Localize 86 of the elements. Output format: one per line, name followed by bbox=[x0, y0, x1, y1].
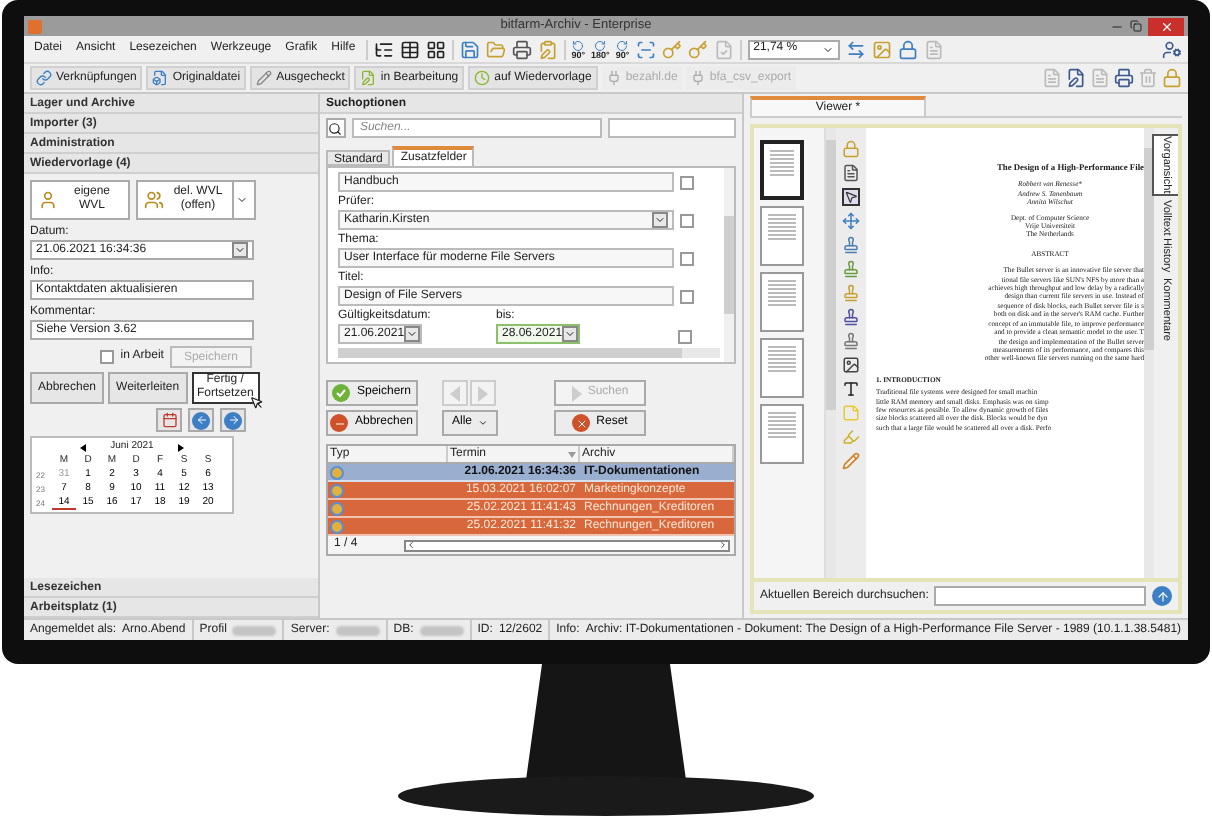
checkbox[interactable] bbox=[680, 175, 694, 189]
stamp-icon[interactable] bbox=[842, 236, 860, 254]
checkbox[interactable] bbox=[678, 330, 692, 344]
clipboard-icon[interactable] bbox=[537, 39, 558, 59]
save-icon[interactable] bbox=[459, 39, 480, 59]
split-arrow-icon[interactable] bbox=[232, 182, 248, 218]
caret-icon bbox=[654, 214, 666, 226]
padlock-icon[interactable] bbox=[842, 140, 860, 158]
redacted-block bbox=[419, 625, 464, 635]
dropdown-button[interactable] bbox=[562, 326, 579, 342]
close-icon bbox=[1159, 19, 1173, 33]
table-view-icon[interactable] bbox=[399, 39, 420, 59]
previous-button[interactable] bbox=[188, 408, 214, 432]
page-thumbnail[interactable] bbox=[760, 404, 804, 464]
caret-icon bbox=[564, 328, 577, 340]
close-button[interactable] bbox=[1148, 17, 1184, 35]
checkbox[interactable] bbox=[680, 251, 694, 265]
caret-icon bbox=[234, 244, 246, 256]
dropdown-button[interactable] bbox=[232, 242, 248, 258]
page-thumbnail[interactable] bbox=[760, 206, 804, 266]
vertical-scrollbar[interactable] bbox=[724, 168, 734, 362]
filter-field[interactable] bbox=[608, 118, 736, 138]
clock-icon bbox=[474, 70, 491, 86]
link-icon bbox=[36, 70, 52, 86]
printer-icon[interactable] bbox=[1114, 68, 1134, 88]
close-icon bbox=[572, 414, 591, 432]
stamp-icon[interactable] bbox=[842, 260, 860, 278]
dropdown-button[interactable] bbox=[652, 212, 668, 228]
user-icon bbox=[38, 190, 58, 210]
key-icon[interactable] bbox=[687, 39, 708, 59]
caret-icon bbox=[406, 328, 419, 340]
pencil-icon[interactable] bbox=[842, 452, 860, 470]
next-month-icon[interactable] bbox=[177, 443, 184, 451]
grid-view-icon[interactable] bbox=[425, 39, 446, 59]
scan-icon[interactable] bbox=[635, 39, 656, 59]
redacted-block bbox=[335, 625, 380, 635]
user-settings-icon[interactable] bbox=[1162, 39, 1182, 59]
checkmark-icon bbox=[332, 384, 351, 402]
previous-month-icon[interactable] bbox=[80, 443, 87, 451]
page-thumbnail[interactable] bbox=[760, 338, 804, 398]
sort-icon bbox=[568, 451, 576, 457]
scroll-left-icon[interactable] bbox=[406, 540, 416, 550]
checkbox[interactable] bbox=[680, 213, 694, 227]
user-icon bbox=[144, 190, 164, 210]
text-tool-icon[interactable] bbox=[842, 380, 860, 398]
tree-view-icon[interactable] bbox=[373, 39, 394, 59]
key-icon[interactable] bbox=[661, 39, 682, 59]
checkbox[interactable] bbox=[680, 289, 694, 303]
move-icon[interactable] bbox=[842, 212, 860, 230]
stamp-icon[interactable] bbox=[842, 308, 860, 326]
restore-icon[interactable] bbox=[1130, 20, 1142, 32]
stamp-icon[interactable] bbox=[842, 332, 860, 350]
calendar-button[interactable] bbox=[156, 408, 182, 432]
minus-icon bbox=[330, 414, 349, 432]
checkbox[interactable] bbox=[100, 349, 115, 363]
search-icon bbox=[326, 118, 346, 138]
padlock-icon[interactable] bbox=[1162, 68, 1182, 88]
horizontal-scrollbar[interactable] bbox=[404, 539, 730, 551]
caret-icon bbox=[821, 43, 834, 55]
document-icon[interactable] bbox=[842, 164, 860, 182]
search-field[interactable] bbox=[934, 586, 1146, 606]
scrollbar-thumb[interactable] bbox=[1144, 148, 1154, 351]
image-icon[interactable] bbox=[842, 356, 860, 374]
arrow-cursor-icon[interactable] bbox=[842, 188, 860, 206]
scrollbar-thumb[interactable] bbox=[826, 140, 836, 410]
page-thumbnail[interactable] bbox=[760, 272, 804, 332]
caret-icon bbox=[478, 418, 488, 428]
edit-icon bbox=[360, 70, 377, 86]
padlock-icon[interactable] bbox=[897, 39, 918, 59]
app-logo-icon bbox=[28, 19, 42, 33]
fit-width-icon[interactable] bbox=[845, 39, 866, 59]
mouse-cursor-icon bbox=[249, 396, 264, 410]
page-thumbnail[interactable] bbox=[760, 140, 804, 200]
dropdown-button[interactable] bbox=[404, 326, 421, 342]
next-button[interactable] bbox=[220, 408, 246, 432]
highlighter-icon[interactable] bbox=[842, 428, 860, 446]
scroll-right-icon[interactable] bbox=[718, 540, 728, 550]
edit-icon[interactable] bbox=[1066, 68, 1086, 88]
pencil-icon bbox=[256, 70, 273, 86]
horizontal-scrollbar[interactable] bbox=[338, 348, 720, 358]
file-icon bbox=[152, 70, 169, 86]
calendar-icon bbox=[161, 412, 177, 428]
printer-icon[interactable] bbox=[511, 39, 532, 59]
plug-icon bbox=[605, 70, 622, 86]
redacted-block bbox=[232, 625, 277, 635]
plug-icon bbox=[689, 70, 706, 86]
